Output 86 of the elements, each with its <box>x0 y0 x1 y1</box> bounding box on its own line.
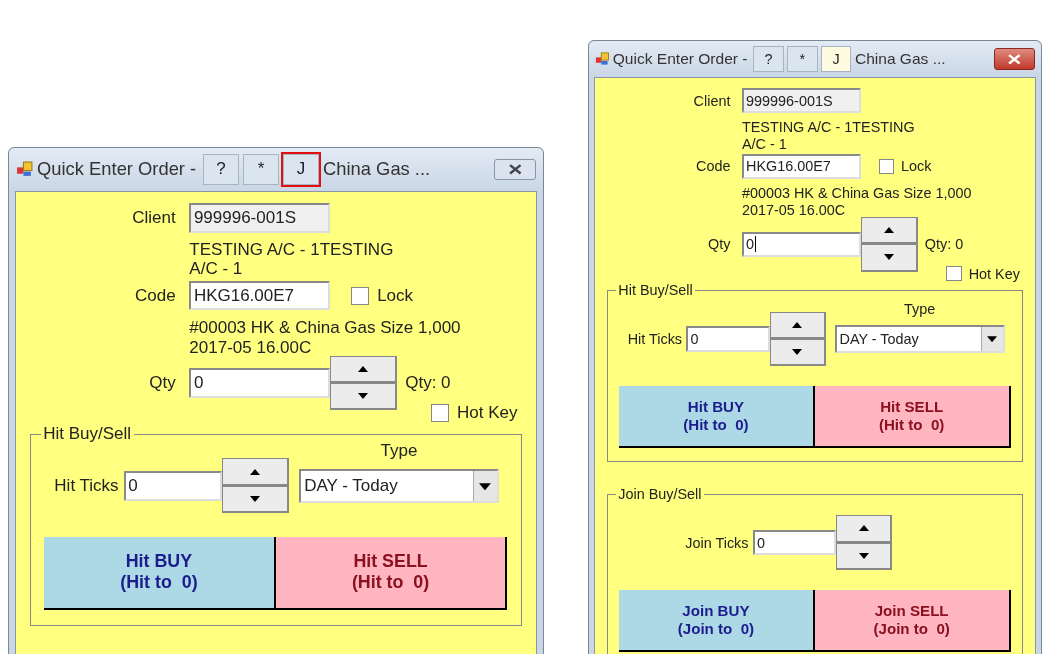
close-button[interactable] <box>494 158 536 180</box>
checkbox[interactable] <box>430 404 449 423</box>
ticks-label: Join Ticks <box>685 534 750 551</box>
buy-button[interactable]: Join BUY (Join to 0) <box>619 590 815 652</box>
title-bar-button[interactable]: ? <box>753 45 784 73</box>
close-icon <box>1006 53 1022 65</box>
type-label: Type <box>904 301 936 318</box>
client-description: TESTING A/C - 1TESTING <box>741 119 916 136</box>
ticks-input[interactable]: 0 <box>123 470 223 501</box>
type-label: Type <box>380 440 418 461</box>
spin-down-button[interactable] <box>861 244 918 272</box>
spin-down-button[interactable] <box>222 485 289 513</box>
code-field[interactable]: HKG16.00E7 <box>189 280 331 311</box>
client-description: A/C - 1 <box>189 259 244 280</box>
qty-reading: Qty: 0 <box>405 372 451 393</box>
lock-label: Lock <box>377 285 414 306</box>
hot-key-label: Hot Key <box>457 403 518 424</box>
triangle-down-icon <box>358 393 369 399</box>
triangle-down-icon <box>858 552 869 559</box>
checkbox[interactable] <box>350 286 369 305</box>
ticks-input[interactable]: 0 <box>752 529 837 556</box>
code-description: 2017-05 16.00C <box>741 201 847 219</box>
checkbox[interactable] <box>878 158 894 174</box>
triangle-up-icon <box>792 321 803 328</box>
title-bar-button[interactable]: J <box>283 153 319 185</box>
dropdown-arrow-icon <box>479 482 492 491</box>
buy-button[interactable]: Hit BUY (Hit to 0) <box>619 386 815 449</box>
type-dropdown[interactable]: DAY - Today <box>298 469 500 504</box>
spin-up-button[interactable] <box>769 311 827 339</box>
app-icon <box>15 160 33 178</box>
spin-up-button[interactable] <box>861 216 918 245</box>
dropdown-arrow-icon <box>987 335 998 343</box>
triangle-up-icon <box>358 365 369 372</box>
sell-button[interactable]: Join SELL (Join to 0) <box>814 590 1011 652</box>
client-description: TESTING A/C - 1TESTING <box>189 239 395 260</box>
title-bar-button[interactable]: J <box>821 45 852 73</box>
qty-field[interactable]: 0 <box>189 367 331 398</box>
triangle-down-icon <box>884 254 894 261</box>
client-description: A/C - 1 <box>741 135 788 153</box>
code-label: Code <box>134 285 177 306</box>
ticks-label: Hit Ticks <box>54 475 120 496</box>
type-dropdown[interactable]: DAY - Today <box>834 324 1005 354</box>
lock-label: Lock <box>901 158 932 175</box>
spin-up-button[interactable] <box>330 355 397 383</box>
window-title: Quick Enter Order - <box>37 158 197 181</box>
title-bar-button[interactable]: ? <box>203 153 239 185</box>
qty-field[interactable]: 0 <box>741 231 862 257</box>
hot-key-label: Hot Key <box>968 265 1020 282</box>
code-description: 2017-05 16.00C <box>189 337 313 358</box>
client-label: Client <box>692 92 732 109</box>
ticks-input[interactable]: 0 <box>686 326 770 352</box>
close-button[interactable] <box>993 48 1035 70</box>
qty-reading: Qty: 0 <box>924 236 964 253</box>
title-bar-button[interactable]: * <box>787 45 818 73</box>
spin-up-button[interactable] <box>836 515 893 543</box>
sell-button[interactable]: Hit SELL (Hit to 0) <box>814 386 1011 449</box>
sell-button[interactable]: Hit SELL (Hit to 0) <box>275 536 508 610</box>
window-subtitle: China Gas ... <box>323 158 431 181</box>
client-field[interactable]: 999996-001S <box>189 203 331 234</box>
triangle-down-icon <box>792 349 803 356</box>
group-title: Join Buy/Sell <box>616 485 704 502</box>
qty-label: Qty <box>707 236 732 253</box>
triangle-up-icon <box>249 468 260 475</box>
checkbox[interactable] <box>946 266 962 282</box>
triangle-up-icon <box>884 227 894 234</box>
spin-down-button[interactable] <box>836 542 893 570</box>
code-description: #00003 HK & China Gas Size 1,000 <box>741 185 973 202</box>
app-icon <box>594 51 610 67</box>
close-icon <box>507 163 523 175</box>
triangle-down-icon <box>249 495 260 502</box>
client-field[interactable]: 999996-001S <box>741 88 862 114</box>
code-field[interactable]: HKG16.00E7 <box>741 153 862 179</box>
triangle-up-icon <box>858 525 869 532</box>
title-bar-button[interactable]: * <box>243 153 279 185</box>
ticks-label: Hit Ticks <box>627 330 684 347</box>
client-label: Client <box>131 208 177 229</box>
buy-button[interactable]: Hit BUY (Hit to 0) <box>44 536 276 610</box>
spin-down-button[interactable] <box>330 382 397 411</box>
window-title: Quick Enter Order - <box>612 50 748 68</box>
window-subtitle: China Gas ... <box>854 50 946 68</box>
code-label: Code <box>695 158 732 175</box>
group-title: Hit Buy/Sell <box>616 282 695 299</box>
spin-down-button[interactable] <box>769 338 827 367</box>
spin-up-button[interactable] <box>222 458 289 486</box>
code-description: #00003 HK & China Gas Size 1,000 <box>189 318 462 338</box>
qty-label: Qty <box>148 372 177 393</box>
